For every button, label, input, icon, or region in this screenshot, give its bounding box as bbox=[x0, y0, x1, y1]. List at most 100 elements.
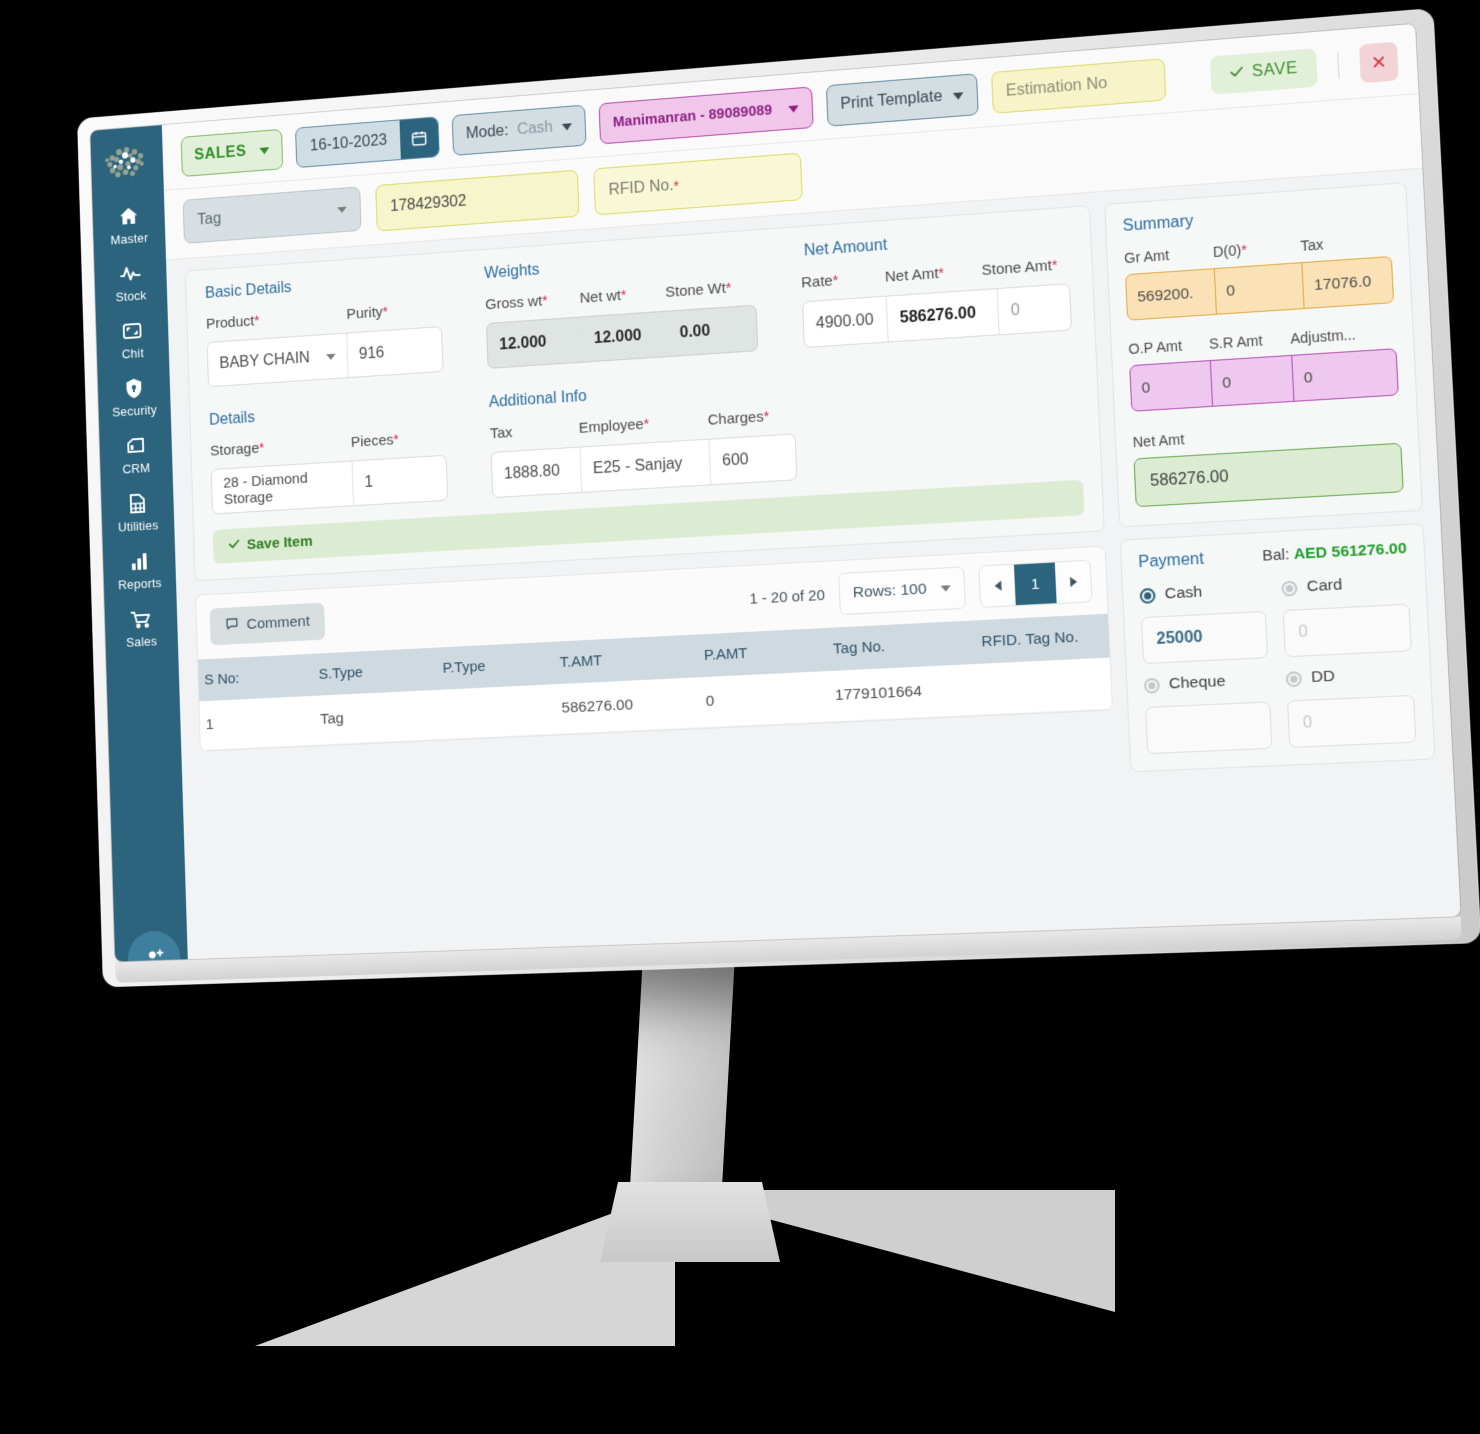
sidebar-item-sales[interactable]: Sales bbox=[104, 597, 178, 659]
net-amt-value: 586276.00 bbox=[899, 304, 977, 327]
cheque-amount-input[interactable] bbox=[1145, 701, 1273, 755]
monitor-scene: Master Stock Chit Security CRM Utilities… bbox=[0, 0, 1480, 1434]
left-column: Basic Details Product* Purity* BABY CHAI… bbox=[184, 205, 1123, 959]
payment-option-cash[interactable]: Cash bbox=[1139, 580, 1265, 605]
payment-option-dd[interactable]: DD bbox=[1285, 664, 1413, 689]
dd-amount-input[interactable]: 0 bbox=[1286, 694, 1417, 749]
discount-input[interactable]: 0 bbox=[1214, 263, 1305, 314]
adjustment-input[interactable]: 0 bbox=[1292, 350, 1381, 400]
basic-details-group: Basic Details Product* Purity* BABY CHAI… bbox=[205, 269, 444, 388]
column-header[interactable]: S.Type bbox=[312, 648, 437, 696]
employee-input[interactable]: E25 - Sanjay bbox=[580, 439, 712, 492]
tag-type-value: Tag bbox=[196, 210, 222, 229]
column-header[interactable]: P.AMT bbox=[697, 628, 828, 677]
comment-button[interactable]: Comment bbox=[209, 602, 326, 646]
op-amt-input[interactable]: 0 bbox=[1130, 361, 1214, 411]
product-value: BABY CHAIN bbox=[219, 349, 311, 372]
required-marker: * bbox=[382, 303, 389, 320]
print-template-label: Print Template bbox=[840, 87, 943, 113]
transaction-type-label: SALES bbox=[193, 143, 247, 164]
sidebar-item-reports[interactable]: Reports bbox=[103, 539, 177, 601]
charges-input[interactable]: 600 bbox=[709, 434, 796, 484]
sidebar-item-chit[interactable]: Chit bbox=[96, 308, 170, 370]
bar-chart-icon bbox=[128, 549, 151, 573]
pulse-icon bbox=[119, 261, 142, 286]
customer-dropdown[interactable]: Manimanran - 89089089 bbox=[598, 86, 814, 145]
column-header[interactable]: Tag No. bbox=[826, 620, 976, 671]
next-page-button[interactable] bbox=[1055, 561, 1092, 603]
mode-dropdown[interactable]: Mode: Cash bbox=[451, 104, 587, 156]
details-title: Details bbox=[208, 409, 256, 429]
payment-panel: Payment Bal: AED 561276.00 Cash Card 250… bbox=[1119, 523, 1436, 773]
estimation-no-input[interactable]: Estimation No bbox=[990, 58, 1167, 114]
tax-summary-input[interactable]: 17076.0 bbox=[1302, 257, 1393, 308]
tag-type-dropdown[interactable]: Tag bbox=[182, 186, 362, 244]
rfid-placeholder: RFID No. bbox=[608, 177, 674, 199]
rows-label: Rows: 100 bbox=[852, 580, 927, 602]
save-item-label: Save Item bbox=[246, 532, 313, 554]
column-header[interactable]: P.Type bbox=[436, 642, 555, 690]
summary-net-amt-input[interactable]: 586276.00 bbox=[1133, 442, 1404, 508]
net-amt-input[interactable]: 586276.00 bbox=[886, 289, 1000, 342]
sidebar-label: Stock bbox=[115, 287, 147, 305]
save-button[interactable]: SAVE bbox=[1209, 48, 1318, 95]
column-header[interactable]: T.AMT bbox=[553, 634, 698, 684]
tag-number-value: 178429302 bbox=[389, 192, 467, 216]
summary-net-amt-label: Net Amt bbox=[1132, 431, 1185, 451]
product-input[interactable]: BABY CHAIN bbox=[207, 333, 349, 387]
pieces-input[interactable]: 1 bbox=[352, 457, 430, 505]
gross-wt-label: Gross wt bbox=[485, 292, 543, 314]
column-header[interactable]: RFID. Tag No. bbox=[974, 614, 1109, 664]
storage-input[interactable]: 28 - Diamond Storage bbox=[211, 461, 354, 514]
chevron-down-icon bbox=[561, 117, 573, 135]
stone-wt-input[interactable]: 0.00 bbox=[667, 306, 757, 356]
sr-amt-input[interactable]: 0 bbox=[1210, 355, 1295, 406]
net-wt-input[interactable]: 12.000 bbox=[581, 311, 669, 362]
prev-page-button[interactable] bbox=[979, 565, 1015, 607]
rate-input[interactable]: 4900.00 bbox=[803, 296, 889, 348]
tax-label: Tax bbox=[489, 424, 513, 443]
sidebar-item-master[interactable]: Master bbox=[92, 194, 165, 257]
cancel-button[interactable]: ✕ bbox=[1358, 41, 1399, 84]
sidebar-label: Sales bbox=[125, 633, 158, 650]
chevron-down-icon bbox=[788, 100, 800, 117]
purity-input[interactable]: 916 bbox=[347, 327, 443, 377]
required-marker: * bbox=[253, 312, 260, 329]
details-labels: Storage* Pieces* bbox=[210, 428, 446, 460]
details-inputs: 28 - Diamond Storage 1 bbox=[210, 454, 449, 515]
summary-net-amt-value: 586276.00 bbox=[1149, 468, 1229, 491]
dot-cluster-logo bbox=[98, 139, 156, 185]
sidebar-item-crm[interactable]: CRM bbox=[99, 423, 173, 485]
dd-amount-value: 0 bbox=[1302, 713, 1313, 732]
stone-wt-label: Stone Wt bbox=[665, 279, 727, 301]
sidebar-item-stock[interactable]: Stock bbox=[94, 251, 168, 313]
payment-methods-grid: Cash Card 25000 0 Cheque DD 0 bbox=[1139, 573, 1417, 755]
stone-amt-input[interactable]: 0 bbox=[998, 284, 1071, 334]
tag-number-input[interactable]: 178429302 bbox=[375, 169, 580, 232]
date-picker[interactable]: 16-10-2023 bbox=[295, 116, 440, 169]
grid-page-icon bbox=[126, 491, 149, 515]
charges-value: 600 bbox=[721, 450, 749, 470]
gross-wt-input[interactable]: 12.000 bbox=[486, 317, 584, 368]
stone-amt-label: Stone Amt bbox=[981, 257, 1053, 280]
purity-label: Purity bbox=[346, 303, 384, 323]
print-template-dropdown[interactable]: Print Template bbox=[825, 73, 979, 127]
weights-inputs: 12.000 12.000 0.00 bbox=[485, 304, 759, 369]
payment-option-card[interactable]: Card bbox=[1281, 573, 1409, 598]
calendar-icon[interactable] bbox=[399, 117, 439, 159]
tax-input[interactable]: 1888.80 bbox=[491, 447, 583, 498]
card-amount-input[interactable]: 0 bbox=[1282, 603, 1412, 658]
summary-labels-row-2: O.P Amt S.R Amt Adjustm... bbox=[1128, 324, 1396, 357]
mode-label: Mode: bbox=[465, 122, 509, 143]
add-user-icon[interactable] bbox=[127, 930, 182, 962]
required-marker: * bbox=[938, 264, 945, 282]
sidebar-item-security[interactable]: Security bbox=[97, 366, 171, 428]
pieces-label: Pieces bbox=[350, 431, 394, 451]
transaction-type-dropdown[interactable]: SALES bbox=[180, 128, 284, 178]
column-header[interactable]: S No: bbox=[198, 654, 314, 701]
rfid-no-input[interactable]: RFID No. * bbox=[593, 152, 803, 216]
sidebar-item-utilities[interactable]: Utilities bbox=[101, 481, 175, 543]
payment-option-cheque[interactable]: Cheque bbox=[1143, 670, 1270, 694]
cash-amount-input[interactable]: 25000 bbox=[1140, 610, 1269, 665]
sidebar-label: Reports bbox=[117, 575, 162, 593]
